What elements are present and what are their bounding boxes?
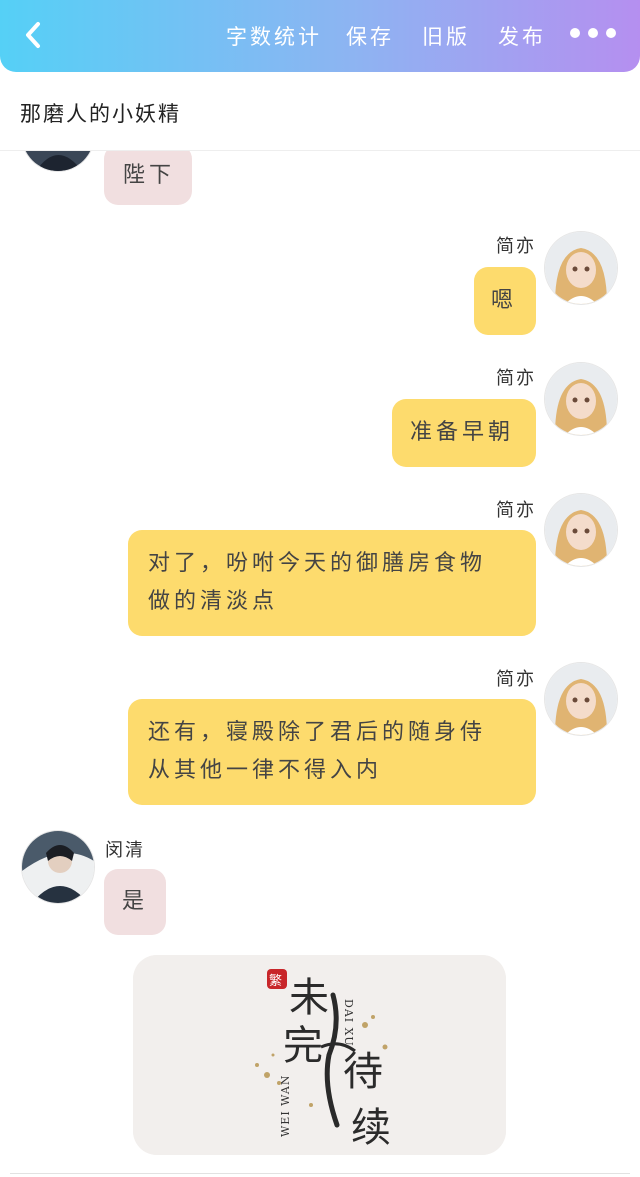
more-dots-icon[interactable] bbox=[570, 28, 616, 38]
old-version-button[interactable]: 旧版 bbox=[422, 22, 470, 50]
message-bubble[interactable]: 对了，吩咐今天的御膳房食物 做的清淡点 bbox=[128, 530, 536, 636]
seal-mark: 繁 bbox=[269, 974, 283, 989]
top-toolbar: 字数统计 保存 旧版 发布 bbox=[0, 0, 640, 72]
character-avatar-blonde-icon bbox=[545, 663, 617, 735]
story-title-bar: 那磨人的小妖精 bbox=[0, 72, 640, 151]
message-bubble[interactable]: 还有，寝殿除了君后的随身侍 从其他一律不得入内 bbox=[128, 699, 536, 805]
speaker-name: 简亦 bbox=[496, 368, 536, 389]
message-text: 陛下 bbox=[123, 163, 176, 188]
character-avatar-dark-icon bbox=[22, 151, 94, 171]
story-title: 那磨人的小妖精 bbox=[20, 102, 181, 126]
chevron-left-icon bbox=[26, 22, 40, 48]
message-text-line: 做的清淡点 bbox=[148, 589, 279, 614]
message-text-line: 还有，寝殿除了君后的随身侍 bbox=[148, 720, 487, 745]
end-title-char: 待 bbox=[343, 1049, 383, 1095]
avatar[interactable] bbox=[545, 232, 617, 304]
avatar[interactable] bbox=[545, 663, 617, 735]
avatar[interactable] bbox=[545, 363, 617, 435]
character-avatar-blonde-icon bbox=[545, 363, 617, 435]
word-count-button[interactable]: 字数统计 bbox=[226, 22, 322, 50]
input-divider bbox=[10, 1173, 630, 1174]
message-text: 是 bbox=[122, 889, 149, 914]
speaker-name: 闵清 bbox=[105, 840, 145, 861]
to-be-continued-image[interactable]: 繁 未 完 待 续 DAI XU WEI WAN bbox=[133, 955, 506, 1155]
speaker-name: 简亦 bbox=[496, 500, 536, 521]
save-label: 保存 bbox=[346, 25, 394, 49]
avatar[interactable] bbox=[545, 494, 617, 566]
publish-label: 发布 bbox=[498, 25, 546, 49]
end-title-char: 续 bbox=[351, 1105, 391, 1151]
old-version-label: 旧版 bbox=[422, 25, 470, 49]
message-bubble[interactable]: 是 bbox=[104, 869, 166, 935]
latin-caption: WEI WAN bbox=[279, 1074, 292, 1137]
message-bubble[interactable]: 嗯 bbox=[474, 267, 536, 335]
speaker-name: 简亦 bbox=[496, 669, 536, 690]
chat-area[interactable]: 陛下 简亦 嗯 简亦 准备早朝 简亦 对了，吩咐今天的御膳房食物 做的清淡点 简… bbox=[0, 151, 640, 1177]
speaker-name: 简亦 bbox=[496, 236, 536, 257]
message-text: 嗯 bbox=[491, 288, 518, 313]
message-text-line: 从其他一律不得入内 bbox=[148, 758, 383, 783]
avatar[interactable] bbox=[22, 831, 94, 903]
character-avatar-blonde-icon bbox=[545, 232, 617, 304]
message-bubble[interactable]: 准备早朝 bbox=[392, 399, 536, 467]
message-text-line: 对了，吩咐今天的御膳房食物 bbox=[148, 551, 487, 576]
save-button[interactable]: 保存 bbox=[346, 22, 394, 50]
character-avatar-blonde-icon bbox=[545, 494, 617, 566]
word-count-label: 字数统计 bbox=[226, 25, 322, 49]
character-avatar-dark-icon bbox=[22, 831, 94, 903]
latin-caption: DAI XU bbox=[342, 999, 355, 1047]
end-title-char: 完 bbox=[283, 1023, 323, 1069]
back-button[interactable] bbox=[18, 20, 48, 50]
message-text: 准备早朝 bbox=[410, 420, 515, 445]
avatar[interactable] bbox=[22, 151, 94, 171]
message-bubble[interactable]: 陛下 bbox=[104, 151, 192, 205]
publish-button[interactable]: 发布 bbox=[498, 22, 546, 50]
